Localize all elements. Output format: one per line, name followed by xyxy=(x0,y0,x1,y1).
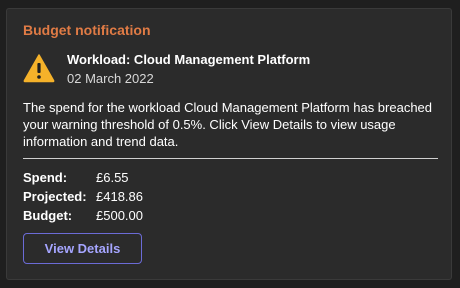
divider xyxy=(23,158,438,159)
budget-stats: Spend: £6.55 Projected: £418.86 Budget: £50… xyxy=(23,168,143,225)
stat-value: £500.00 xyxy=(96,208,143,223)
header-text: Workload: Cloud Management Platform 02 M… xyxy=(67,51,310,88)
stat-label: Spend: xyxy=(23,170,68,185)
stat-label: Budget: xyxy=(23,208,73,223)
budget-notification-card: Budget notification Workload: Cloud Mana… xyxy=(6,8,452,280)
stat-value: £6.55 xyxy=(96,170,129,185)
stat-row-projected: Projected: £418.86 xyxy=(23,187,143,206)
notification-message: The spend for the workload Cloud Managem… xyxy=(23,100,433,149)
warning-triangle-icon xyxy=(23,54,55,83)
workload-title: Workload: Cloud Management Platform xyxy=(67,52,311,67)
view-details-button[interactable]: View Details xyxy=(23,233,142,264)
stat-value: £418.86 xyxy=(96,189,143,204)
stat-label: Projected: xyxy=(23,189,87,204)
notification-date: 02 March 2022 xyxy=(67,71,154,86)
card-title: Budget notification xyxy=(23,22,151,38)
notification-header: Workload: Cloud Management Platform 02 M… xyxy=(23,51,443,91)
stat-row-spend: Spend: £6.55 xyxy=(23,168,143,187)
stat-row-budget: Budget: £500.00 xyxy=(23,206,143,225)
